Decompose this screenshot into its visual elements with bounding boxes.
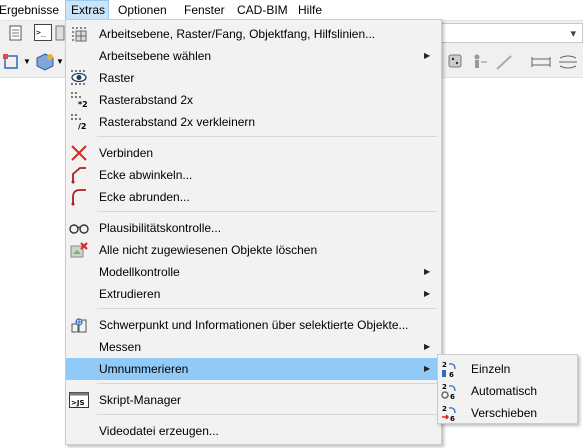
menu-ergebnisse[interactable]: Ergebnisse (0, 0, 64, 20)
menu-item-einzeln[interactable]: 26 Einzeln (438, 358, 577, 380)
delete-objects-icon (69, 241, 89, 259)
submenu-arrow-icon: ▶ (424, 51, 431, 60)
centroid-info-icon (69, 316, 89, 334)
menu-item-ecke-abwinkeln[interactable]: Ecke abwinkeln... (66, 164, 441, 186)
chevron-down-icon[interactable]: ▼ (56, 57, 64, 66)
chevron-down-icon: ▾ (570, 28, 576, 40)
menu-cad-bim[interactable]: CAD-BIM (232, 0, 293, 20)
menu-bar: Ergebnisse Extras Optionen Fenster CAD-B… (0, 0, 583, 21)
menu-separator (97, 383, 437, 384)
round-corner-icon (69, 188, 89, 206)
renumber-shift-icon: 26 (441, 404, 461, 422)
menu-separator (97, 308, 437, 309)
svg-text:2: 2 (442, 405, 447, 413)
menu-item-schwerpunkt[interactable]: Schwerpunkt und Informationen über selek… (66, 314, 441, 336)
menu-item-modellkontrolle[interactable]: Modellkontrolle ▶ (66, 261, 441, 283)
toolbar-combo[interactable]: ▾ (440, 23, 583, 43)
menu-extras[interactable]: Extras (65, 0, 109, 20)
menu-fenster[interactable]: Fenster (179, 0, 230, 20)
menu-item-rasterabstand-verkleinern[interactable]: /2 Rasterabstand 2x verkleinern (66, 111, 441, 133)
document-icon[interactable] (9, 25, 23, 44)
menu-item-verschieben[interactable]: 26 Verschieben (438, 402, 577, 424)
dice-icon[interactable] (447, 53, 463, 72)
console-icon[interactable]: >_ (34, 24, 52, 44)
menu-item-arbeitsebene-raster[interactable]: Arbeitsebene, Raster/Fang, Objektfang, H… (66, 23, 441, 45)
svg-text:6: 6 (450, 415, 455, 422)
svg-text:*2: *2 (78, 100, 88, 109)
svg-text:6: 6 (450, 393, 455, 400)
menu-separator (97, 414, 437, 415)
menu-item-arbeitsebene-waehlen[interactable]: Arbeitsebene wählen ▶ (66, 45, 441, 67)
person-arrow-icon[interactable] (470, 53, 488, 74)
chevron-down-icon[interactable]: ▼ (23, 57, 31, 66)
menu-item-automatisch[interactable]: 26 Automatisch (438, 380, 577, 402)
submenu-arrow-icon: ▶ (424, 342, 431, 351)
svg-text:>_: >_ (36, 28, 46, 37)
svg-text:2: 2 (442, 361, 447, 369)
grid-half-icon: /2 (69, 113, 89, 131)
menu-separator (97, 211, 437, 212)
dimension-arc-icon[interactable] (558, 53, 578, 74)
extras-menu: Arbeitsebene, Raster/Fang, Objektfang, H… (65, 19, 442, 445)
chamfer-corner-icon (69, 166, 89, 184)
menu-item-videodatei[interactable]: Videodatei erzeugen... (66, 420, 441, 442)
renumber-submenu: 26 Einzeln 26 Automatisch 26 Verschieben (437, 354, 578, 424)
menu-item-verbinden[interactable]: Verbinden (66, 142, 441, 164)
eye-grid-icon (69, 69, 89, 87)
menu-item-plausibilitaetskontrolle[interactable]: Plausibilitätskontrolle... (66, 217, 441, 239)
menu-item-objekte-loeschen[interactable]: Alle nicht zugewiesenen Objekte löschen (66, 239, 441, 261)
renumber-auto-icon: 26 (441, 382, 461, 400)
menu-item-extrudieren[interactable]: Extrudieren ▶ (66, 283, 441, 305)
menu-item-ecke-abrunden[interactable]: Ecke abrunden... (66, 186, 441, 208)
section-view-icon[interactable] (2, 53, 20, 74)
grid-double-icon: *2 (69, 91, 89, 109)
menu-optionen[interactable]: Optionen (113, 0, 172, 20)
submenu-arrow-icon: ▶ (424, 289, 431, 298)
script-manager-icon: >JS (69, 391, 89, 409)
grid-settings-icon (69, 25, 89, 43)
connect-lines-icon (69, 144, 89, 162)
menu-hilfe[interactable]: Hilfe (293, 0, 327, 20)
svg-text:>JS: >JS (71, 399, 85, 407)
menu-item-raster[interactable]: Raster (66, 67, 441, 89)
menu-item-rasterabstand-2x[interactable]: *2 Rasterabstand 2x (66, 89, 441, 111)
pen-icon[interactable] (495, 53, 513, 74)
svg-text:2: 2 (442, 383, 447, 391)
cube-view-icon[interactable] (36, 53, 54, 74)
submenu-arrow-icon: ▶ (424, 364, 431, 373)
menu-item-umnummerieren[interactable]: Umnummerieren ▶ (66, 358, 441, 380)
submenu-arrow-icon: ▶ (424, 267, 431, 276)
menu-separator (97, 136, 437, 137)
menu-item-messen[interactable]: Messen ▶ (66, 336, 441, 358)
glasses-icon (69, 219, 89, 237)
toolbar-unknown-icon[interactable] (55, 25, 65, 44)
dimension-line-icon[interactable] (531, 53, 551, 74)
renumber-single-icon: 26 (441, 360, 461, 378)
svg-text:/2: /2 (78, 122, 87, 131)
svg-text:6: 6 (449, 371, 454, 378)
menu-item-skript-manager[interactable]: >JS Skript-Manager (66, 389, 441, 411)
